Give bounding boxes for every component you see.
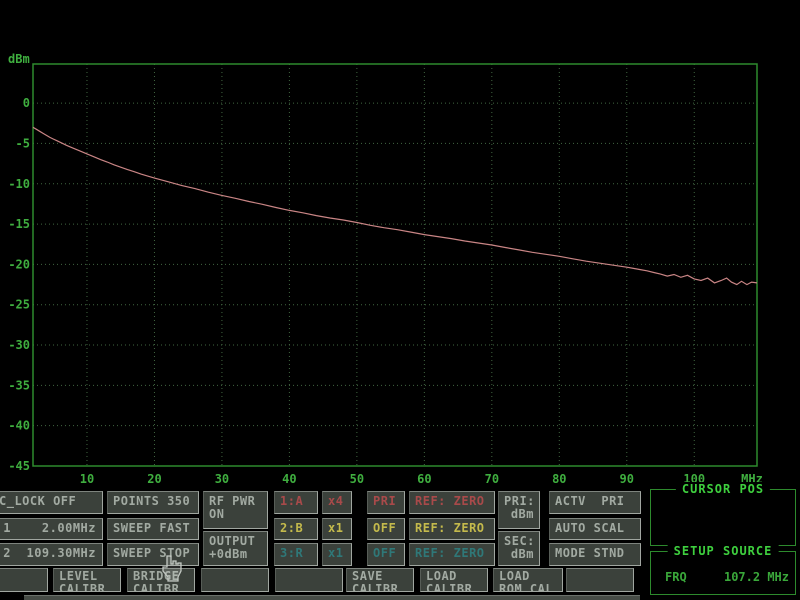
- save-calibr-button[interactable]: SAVE CALIBR: [346, 568, 414, 592]
- load-rom-line2: ROM CAL: [499, 582, 554, 592]
- active-trace-button[interactable]: ACTV PRI: [549, 491, 641, 514]
- svg-text:-25: -25: [8, 298, 30, 312]
- svg-text:90: 90: [620, 472, 634, 486]
- auto-scale-button[interactable]: AUTO SCAL: [549, 518, 641, 540]
- svg-text:60: 60: [417, 472, 431, 486]
- trace3-select-button[interactable]: 3:R: [274, 543, 318, 566]
- trace3-mode-button[interactable]: OFF: [367, 543, 405, 566]
- blank-button-4[interactable]: [566, 568, 634, 592]
- svg-text:10: 10: [80, 472, 94, 486]
- output-value: +0dBm: [209, 547, 248, 561]
- freq-stop-button[interactable]: 2 109.30MHz: [0, 543, 103, 566]
- svg-text:-20: -20: [8, 257, 30, 271]
- svg-text:-40: -40: [8, 419, 30, 433]
- load-calibr-line2: CALIBR: [426, 582, 473, 592]
- rf-power-state: ON: [209, 507, 225, 521]
- partial-button-row-edge: [24, 595, 640, 600]
- svg-text:70: 70: [485, 472, 499, 486]
- trace1-mode-button[interactable]: PRI: [367, 491, 405, 514]
- sweep-chart: 0 -5 -10 -15 -20 -25 -30 -35 -40 -45 10 20 30 40 50 60 7…: [8, 52, 763, 486]
- svg-text:30: 30: [215, 472, 229, 486]
- level-calibr-line2: CALIBR: [59, 582, 106, 592]
- plot-frame: [32, 63, 758, 467]
- svg-text:dBm: dBm: [8, 52, 30, 66]
- svg-text:-5: -5: [16, 136, 30, 150]
- points-button[interactable]: POINTS 350: [107, 491, 199, 514]
- sec-unit-button[interactable]: SEC: dBm: [498, 531, 540, 566]
- bridge-calibr-line2: CALIBR: [133, 582, 180, 592]
- cursor-pos-title: CURSOR POS: [675, 482, 771, 496]
- mode-standard-button[interactable]: MODE STND: [549, 543, 641, 566]
- freq-start-button[interactable]: 1 2.00MHz: [0, 518, 103, 540]
- sec-unit-value: dBm: [510, 547, 534, 561]
- sweep-stop-button[interactable]: SWEEP STOP: [107, 543, 199, 566]
- analyzer-screen: 0 -5 -10 -15 -20 -25 -30 -35 -40 -45 10 20 30 40 50 60 7…: [0, 0, 800, 600]
- svg-text:-15: -15: [8, 217, 30, 231]
- dc-lock-button[interactable]: C_LOCK OFF: [0, 491, 103, 514]
- blank-button-3[interactable]: [275, 568, 343, 592]
- svg-text:-30: -30: [8, 338, 30, 352]
- svg-text:0: 0: [23, 96, 30, 110]
- svg-text:40: 40: [282, 472, 296, 486]
- save-calibr-line2: CALIBR: [352, 582, 399, 592]
- bridge-calibr-button[interactable]: BRIDGE CALIBR: [127, 568, 195, 592]
- load-rom-cal-button[interactable]: LOAD ROM CAL: [493, 568, 563, 592]
- svg-text:-35: -35: [8, 378, 30, 392]
- pri-unit-value: dBm: [510, 507, 534, 521]
- cursor-pos-panel: CURSOR POS FRQ 107.2 MHz PRI 4.4 dBm: [650, 482, 796, 584]
- blank-button-1[interactable]: [0, 568, 48, 592]
- trace3-scale-button[interactable]: x1: [322, 543, 352, 566]
- pri-unit-button[interactable]: PRI: dBm: [498, 491, 540, 529]
- svg-text:20: 20: [147, 472, 161, 486]
- svg-text:-45: -45: [8, 459, 30, 473]
- svg-text:80: 80: [552, 472, 566, 486]
- sweep-fast-button[interactable]: SWEEP FAST: [107, 518, 199, 540]
- grid-lines: [33, 64, 757, 466]
- rf-power-button[interactable]: RF PWR ON: [203, 491, 268, 529]
- trace1-scale-button[interactable]: x4: [322, 491, 352, 514]
- level-calibr-button[interactable]: LEVEL CALIBR: [53, 568, 121, 592]
- setup-source-title: SETUP SOURCE: [667, 544, 779, 558]
- trace2-ref-button[interactable]: REF: ZERO: [409, 518, 495, 540]
- axis-labels: 0 -5 -10 -15 -20 -25 -30 -35 -40 -45 10 20 30 40 50 60 7…: [8, 52, 763, 486]
- svg-text:-10: -10: [8, 177, 30, 191]
- setup-source-panel: SETUP SOURCE DIR.: DISK:DEFAULT: [650, 544, 796, 595]
- trace-pri: [32, 126, 758, 286]
- trace1-select-button[interactable]: 1:A: [274, 491, 318, 514]
- trace3-ref-button[interactable]: REF: ZERO: [409, 543, 495, 566]
- output-level-button[interactable]: OUTPUT +0dBm: [203, 531, 268, 566]
- trace2-mode-button[interactable]: OFF: [367, 518, 405, 540]
- trace1-ref-button[interactable]: REF: ZERO: [409, 491, 495, 514]
- svg-text:50: 50: [350, 472, 364, 486]
- load-calibr-button[interactable]: LOAD CALIBR: [420, 568, 488, 592]
- trace2-select-button[interactable]: 2:B: [274, 518, 318, 540]
- blank-button-2[interactable]: [201, 568, 269, 592]
- trace2-scale-button[interactable]: x1: [322, 518, 352, 540]
